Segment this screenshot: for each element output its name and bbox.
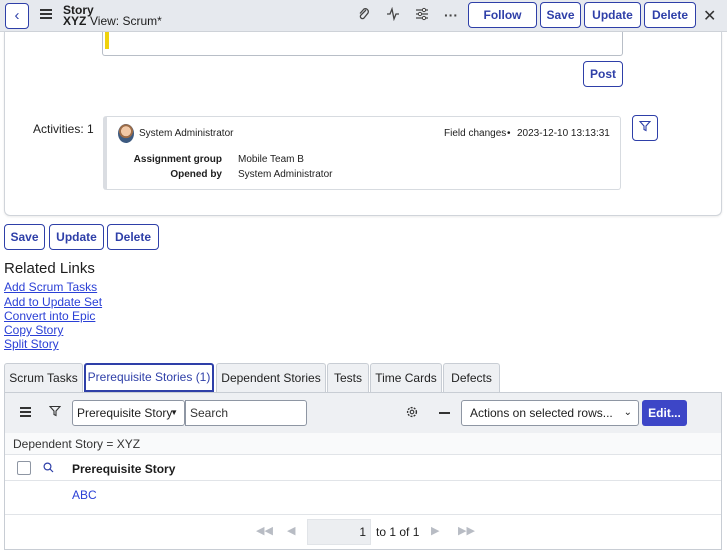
last-page-icon[interactable]: ▶▶: [458, 524, 475, 537]
gear-icon[interactable]: [405, 405, 419, 422]
delete-button[interactable]: Delete: [644, 2, 696, 28]
actions-label: Actions on selected rows...: [470, 406, 613, 420]
pager-range: to 1 of 1: [376, 525, 420, 539]
collapse-icon[interactable]: [439, 412, 450, 414]
prev-page-icon[interactable]: ◀: [287, 524, 295, 537]
field-label: Assignment group: [133, 154, 222, 165]
search-input[interactable]: Search: [185, 400, 307, 426]
tab-defects[interactable]: Defects: [443, 363, 500, 392]
filter-icon: [638, 120, 652, 132]
list-filter-icon[interactable]: [48, 405, 62, 420]
tab-prerequisite-stories[interactable]: Prerequisite Stories (1): [84, 363, 214, 392]
bullet-separator: •: [507, 128, 511, 139]
tab-tests[interactable]: Tests: [327, 363, 369, 392]
close-icon[interactable]: ✕: [703, 6, 716, 26]
tab-scrum-tasks[interactable]: Scrum Tasks: [4, 363, 83, 392]
table-row: [5, 481, 721, 515]
edit-button[interactable]: Edit...: [642, 400, 687, 426]
search-field-label: Prerequisite Story: [77, 406, 173, 420]
delete-button-bottom[interactable]: Delete: [107, 224, 159, 250]
more-icon[interactable]: ···: [443, 7, 459, 23]
row-link[interactable]: ABC: [72, 488, 97, 502]
comment-textarea[interactable]: [102, 32, 623, 56]
view-label: View: Scrum*: [90, 14, 162, 28]
tab-dependent-stories[interactable]: Dependent Stories: [216, 363, 326, 392]
back-button[interactable]: ‹: [5, 3, 29, 29]
menu-icon[interactable]: [40, 9, 52, 21]
link-add-scrum-tasks[interactable]: Add Scrum Tasks: [4, 280, 97, 294]
activity-timestamp: 2023-12-10 13:13:31: [517, 128, 610, 139]
activities-label: Activities: 1: [33, 122, 94, 136]
link-split-story[interactable]: Split Story: [4, 337, 59, 351]
activity-icon[interactable]: [385, 6, 401, 23]
field-value: Mobile Team B: [238, 154, 304, 165]
update-button[interactable]: Update: [584, 2, 641, 28]
settings-sliders-icon[interactable]: [414, 7, 430, 23]
save-button[interactable]: Save: [540, 2, 581, 28]
activity-type: Field changes: [444, 128, 507, 139]
next-page-icon[interactable]: ▶: [431, 524, 439, 537]
link-add-to-update-set[interactable]: Add to Update Set: [4, 295, 102, 309]
link-copy-story[interactable]: Copy Story: [4, 323, 63, 337]
select-all-checkbox[interactable]: [17, 461, 31, 475]
update-button-bottom[interactable]: Update: [49, 224, 104, 250]
chevron-down-icon: ⌄: [623, 407, 632, 418]
list-menu-icon[interactable]: [20, 407, 31, 417]
back-icon: ‹: [14, 7, 20, 24]
attachment-icon[interactable]: [356, 7, 372, 23]
search-field-select[interactable]: Prerequisite Story ▼: [72, 400, 185, 426]
page-input[interactable]: 1: [307, 519, 371, 545]
activity-author: System Administrator: [139, 128, 234, 139]
caret-down-icon: ▼: [170, 408, 178, 417]
record-name: XYZ: [63, 14, 87, 28]
post-button[interactable]: Post: [583, 61, 623, 87]
field-label: Opened by: [170, 169, 222, 180]
activity-filter-button[interactable]: [632, 115, 658, 141]
mandatory-indicator: [105, 32, 109, 49]
follow-button[interactable]: Follow: [468, 2, 537, 28]
tab-time-cards[interactable]: Time Cards: [370, 363, 442, 392]
link-convert-into-epic[interactable]: Convert into Epic: [4, 309, 95, 323]
field-value: System Administrator: [238, 169, 333, 180]
search-icon[interactable]: [43, 462, 54, 476]
first-page-icon[interactable]: ◀◀: [256, 524, 273, 537]
column-header-prerequisite-story[interactable]: Prerequisite Story: [72, 462, 175, 476]
avatar: [118, 124, 134, 143]
actions-select[interactable]: Actions on selected rows... ⌄: [461, 400, 639, 426]
save-button-bottom[interactable]: Save: [4, 224, 45, 250]
breadcrumb[interactable]: Dependent Story = XYZ: [13, 437, 140, 451]
related-links-title: Related Links: [4, 260, 95, 277]
